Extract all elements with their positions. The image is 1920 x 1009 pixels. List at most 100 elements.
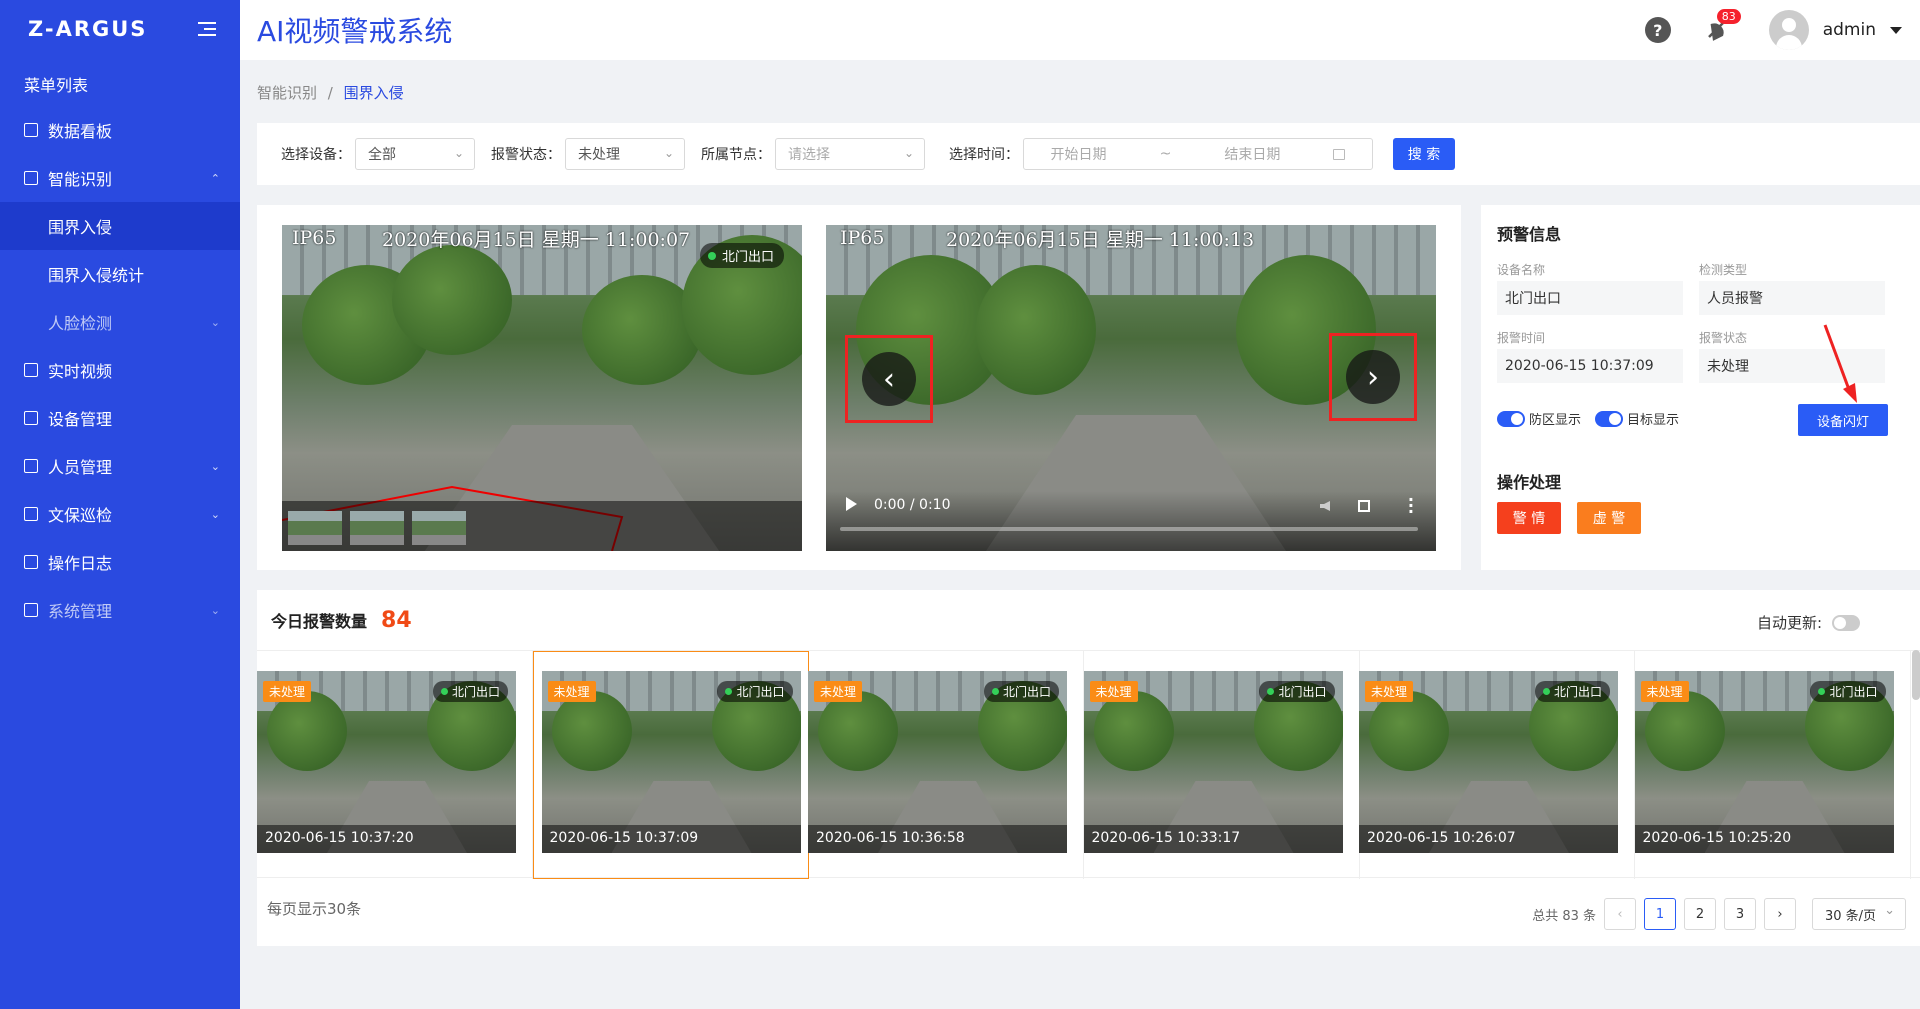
detect-type-label: 检测类型: [1699, 263, 1748, 277]
video-panel: IP65 2020年06月15日 星期一 11:00:07 北门出口 IP65 …: [257, 205, 1461, 570]
sidebar-item[interactable]: 设备管理: [0, 394, 240, 442]
start-date-input[interactable]: 开始日期: [1051, 144, 1107, 164]
alarm-card[interactable]: 未处理 北门出口 2020-06-15 10:37:09: [532, 651, 809, 879]
scrollbar[interactable]: [1912, 650, 1920, 700]
alarm-list-panel: 今日报警数量 84 自动更新: 未处理 北门出口 2020-06-15 10:37:…: [257, 590, 1920, 946]
zone-display-toggle[interactable]: 防区显示: [1497, 409, 1581, 428]
osd-timestamp: 2020年06月15日 星期一 11:00:13: [946, 229, 1255, 251]
notification-button[interactable]: 83: [1703, 9, 1741, 43]
sidebar-item-label: 围界入侵统计: [48, 266, 145, 285]
alarm-confirm-button[interactable]: 警 情: [1497, 502, 1561, 534]
auto-update-toggle[interactable]: [1832, 614, 1860, 631]
chevron-down-icon: ⌄: [453, 146, 464, 160]
alarm-card[interactable]: 未处理 北门出口 2020-06-15 10:25:20: [1634, 651, 1911, 879]
alarm-status-badge: 未处理: [1640, 681, 1689, 702]
fullscreen-icon[interactable]: [1358, 500, 1370, 512]
avatar[interactable]: [1768, 10, 1809, 50]
alarm-time-label: 报警时间: [1497, 331, 1546, 345]
camera-tag: 北门出口: [1810, 681, 1886, 702]
alarm-card[interactable]: 未处理 北门出口 2020-06-15 10:33:17: [1083, 651, 1360, 879]
target-display-label: 目标显示: [1627, 413, 1680, 428]
menu-collapse-icon[interactable]: [198, 22, 216, 36]
alarm-video[interactable]: IP65 2020年06月15日 星期一 11:00:13 ‹ › 0:00 /…: [826, 225, 1436, 551]
alarm-card-image: 未处理 北门出口 2020-06-15 10:37:20: [257, 671, 516, 853]
sidebar-item-label: 智能识别: [48, 170, 113, 189]
page-size-select[interactable]: 30 条/页: [1812, 898, 1906, 930]
alarm-snapshot[interactable]: IP65 2020年06月15日 星期一 11:00:07 北门出口: [282, 225, 802, 551]
sidebar-item[interactable]: 围界入侵统计: [0, 250, 240, 298]
camera-name: 北门出口: [1278, 685, 1327, 699]
false-alarm-button[interactable]: 虚 警: [1577, 502, 1641, 534]
page-button[interactable]: 3: [1724, 898, 1756, 930]
page-button[interactable]: 2: [1684, 898, 1716, 930]
volume-icon[interactable]: [1320, 501, 1330, 511]
end-date-input[interactable]: 结束日期: [1224, 144, 1280, 164]
next-page-button[interactable]: ›: [1764, 898, 1796, 930]
user-dropdown-icon[interactable]: [1890, 26, 1902, 34]
search-button[interactable]: 搜 索: [1393, 138, 1455, 170]
camera-icon: [24, 171, 38, 185]
video-progress[interactable]: [840, 527, 1418, 531]
camera-tag: 北门出口: [1259, 681, 1335, 702]
video-icon: [24, 363, 38, 377]
breadcrumb-parent[interactable]: 智能识别: [257, 84, 317, 102]
sidebar-item[interactable]: 操作日志: [0, 538, 240, 586]
node-select[interactable]: 请选择 ⌄: [775, 138, 925, 170]
sidebar-item[interactable]: 实时视频: [0, 346, 240, 394]
thumbnail[interactable]: [350, 511, 404, 545]
device-name-label: 设备名称: [1497, 263, 1546, 277]
sidebar-item[interactable]: 围界入侵: [0, 202, 240, 250]
camera-name: 北门出口: [1829, 685, 1878, 699]
page-list: 123: [1636, 898, 1756, 930]
video-time: 0:00 / 0:10: [874, 497, 951, 513]
sidebar-item-label: 操作日志: [48, 554, 113, 573]
play-icon[interactable]: [846, 497, 857, 511]
camera-name: 北门出口: [1002, 685, 1051, 699]
sidebar-item[interactable]: 系统管理 ⌄: [0, 586, 240, 634]
status-select[interactable]: 未处理 ⌄: [565, 138, 685, 170]
thumbnail[interactable]: [288, 511, 342, 545]
zone-display-label: 防区显示: [1529, 413, 1582, 428]
sidebar-item-label: 实时视频: [48, 362, 113, 381]
alarm-time: 2020-06-15 10:25:20: [1634, 825, 1894, 853]
sidebar-item[interactable]: 智能识别 ⌃: [0, 154, 240, 202]
next-button[interactable]: ›: [1329, 333, 1417, 421]
operation-title: 操作处理: [1497, 473, 1562, 492]
chevron-left-icon: ‹: [862, 352, 916, 406]
sidebar-item[interactable]: 人员管理 ⌄: [0, 442, 240, 490]
calendar-icon: [1333, 148, 1346, 160]
more-icon[interactable]: · · ·: [1408, 492, 1414, 520]
alarm-card[interactable]: 未处理 北门出口 2020-06-15 10:26:07: [1359, 651, 1635, 879]
target-display-toggle[interactable]: 目标显示: [1595, 409, 1679, 428]
status-value: 未处理: [578, 147, 620, 163]
sidebar-item[interactable]: 人脸检测 ⌄: [0, 298, 240, 346]
sidebar-item[interactable]: 文保巡检 ⌄: [0, 490, 240, 538]
alarm-status-badge: 未处理: [263, 681, 312, 702]
alarm-time: 2020-06-15 10:36:58: [808, 825, 1067, 853]
prev-page-button[interactable]: ‹: [1604, 898, 1636, 930]
username[interactable]: admin: [1823, 20, 1876, 40]
time-label: 选择时间：: [949, 147, 1019, 163]
alarm-status-label: 报警状态: [1699, 331, 1748, 345]
alarm-card-image: 未处理 北门出口 2020-06-15 10:37:09: [541, 671, 801, 853]
device-flash-button[interactable]: 设备闪灯: [1798, 404, 1888, 436]
online-dot: [1542, 688, 1550, 695]
camera-tag: 北门出口: [717, 681, 793, 702]
sidebar-item-label: 围界入侵: [48, 218, 113, 237]
chevron-icon: ⌃: [210, 171, 220, 185]
page-button[interactable]: 1: [1644, 898, 1676, 930]
prev-button[interactable]: ‹: [845, 335, 933, 423]
thumbnail[interactable]: [412, 511, 466, 545]
alarm-card[interactable]: 未处理 北门出口 2020-06-15 10:37:20: [257, 651, 533, 879]
device-icon: [24, 411, 38, 425]
total-count: 总共 83 条: [1532, 908, 1596, 924]
alarm-card[interactable]: 未处理 北门出口 2020-06-15 10:36:58: [808, 651, 1084, 879]
help-icon[interactable]: ?: [1644, 17, 1671, 43]
sidebar-item[interactable]: 数据看板: [0, 106, 240, 154]
page-title: AI视频警戒系统: [257, 15, 453, 48]
pagination: 总共 83 条 ‹ 123 › 30 条/页: [1532, 898, 1906, 930]
device-select[interactable]: 全部 ⌄: [355, 138, 475, 170]
date-range-picker[interactable]: 开始日期 ~ 结束日期: [1023, 138, 1373, 170]
sidebar: Z-ARGUS 菜单列表 数据看板 智能识别 ⌃ 围界入侵 围界入侵统计 人脸检测 ⌄ 实时视…: [0, 0, 240, 1009]
chevron-icon: ⌄: [210, 603, 220, 617]
